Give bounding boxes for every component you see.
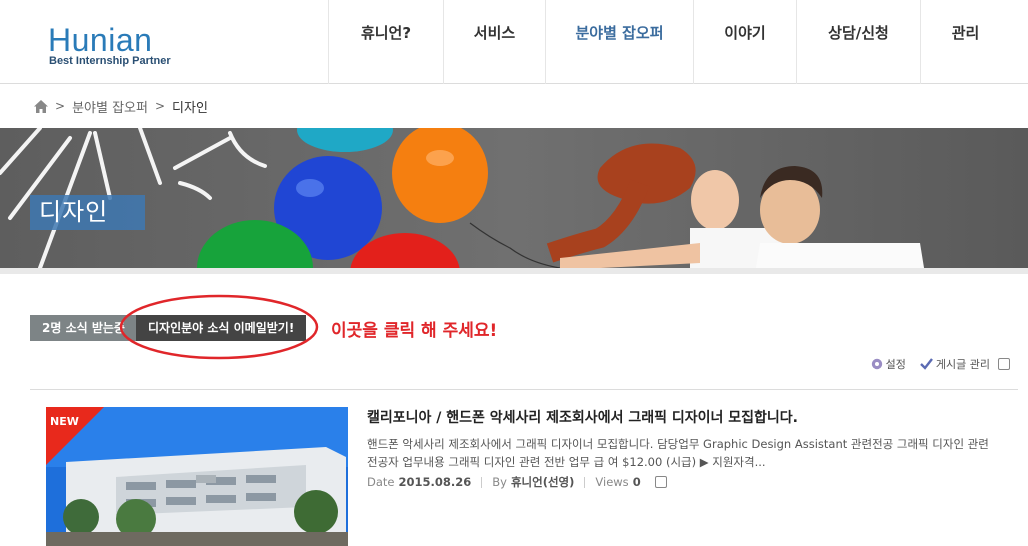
nav-item-consult[interactable]: 상담/신청 [796, 0, 920, 84]
highlight-oval [119, 294, 319, 360]
main-nav: 휴니언? 서비스 분야별 잡오퍼 이야기 상담/신청 관리 [328, 0, 1010, 84]
post-excerpt: 핸드폰 악세사리 제조회사에서 그래픽 디자이너 모집합니다. 담당업무 Gra… [367, 437, 989, 469]
banner-title: 디자인 [30, 195, 145, 230]
category-banner: 디자인 [0, 128, 1028, 274]
building-photo [46, 407, 348, 546]
site-header: Hunian Best Internship Partner 휴니언? 서비스 … [0, 0, 1028, 84]
settings-label: 설정 [885, 358, 906, 371]
post-date: 2015.08.26 [398, 475, 472, 489]
post-views-label: Views [595, 475, 629, 489]
breadcrumb-current: 디자인 [172, 100, 208, 116]
home-icon[interactable] [34, 99, 48, 113]
manage-posts-link[interactable]: 게시글 관리 [920, 356, 990, 372]
meta-divider [481, 476, 483, 488]
post-meta: Date 2015.08.26 By 휴니언(선영) Views 0 [367, 474, 667, 490]
divider [30, 389, 1018, 390]
settings-link[interactable]: 설정 [871, 356, 906, 372]
check-mark-icon [920, 358, 933, 370]
post-select-checkbox[interactable] [654, 476, 667, 488]
breadcrumb: > 분야별 잡오퍼 > 디자인 [34, 96, 208, 116]
breadcrumb-job-offers[interactable]: 분야별 잡오퍼 [72, 97, 148, 116]
new-badge: NEW [50, 415, 79, 428]
chevron-right-icon: > [154, 99, 166, 113]
post-views: 0 [632, 475, 641, 489]
post-thumbnail[interactable]: NEW [46, 407, 348, 546]
nav-item-service[interactable]: 서비스 [443, 0, 545, 84]
nav-item-admin[interactable]: 관리 [920, 0, 1010, 84]
manage-posts-label: 게시글 관리 [935, 358, 990, 371]
chevron-right-icon: > [55, 99, 66, 113]
nav-item-stories[interactable]: 이야기 [693, 0, 796, 84]
logo-tagline: Best Internship Partner [49, 55, 171, 67]
site-logo[interactable]: Hunian Best Internship Partner [48, 22, 188, 72]
meta-divider [584, 476, 586, 488]
gear-icon [871, 358, 882, 370]
nav-item-job-offers[interactable]: 분야별 잡오퍼 [545, 0, 693, 84]
banner-image [0, 128, 1028, 274]
logo-wordmark: Hunian [48, 22, 153, 58]
select-all-checkbox[interactable] [998, 358, 1010, 370]
click-hint: 이곳을 클릭 해 주세요! [331, 321, 498, 341]
board-tools: 설정 게시글 관리 [871, 356, 1010, 372]
post-author-label: By [492, 475, 507, 489]
post-date-label: Date [367, 475, 395, 489]
post-author[interactable]: 휴니언(선영) [511, 474, 574, 490]
post-title[interactable]: 캘리포니아 / 핸드폰 악세사리 제조회사에서 그래픽 디자이너 모집합니다. [367, 407, 798, 427]
nav-item-about[interactable]: 휴니언? [328, 0, 443, 84]
